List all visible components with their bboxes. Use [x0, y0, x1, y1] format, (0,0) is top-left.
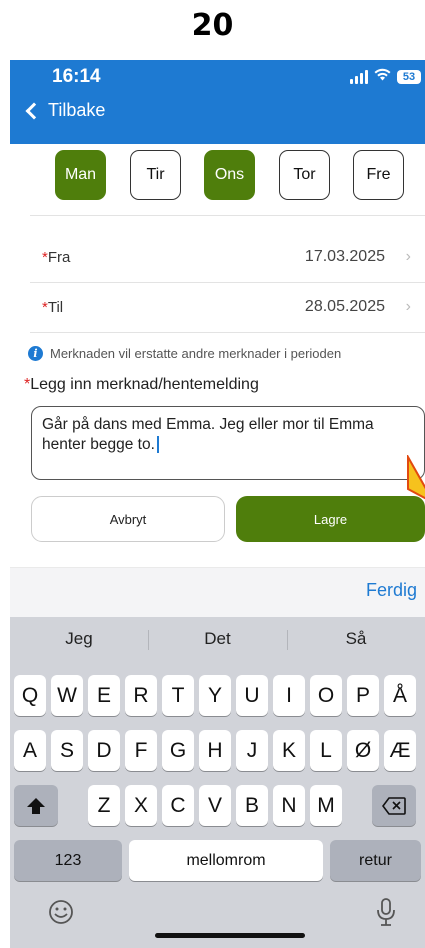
key-r[interactable]: R: [125, 675, 157, 716]
app-header: 16:14 53 Tilbake: [10, 60, 425, 144]
shift-icon: [27, 797, 45, 814]
status-icons: 53: [350, 68, 421, 86]
day-button-fre[interactable]: Fre: [353, 150, 404, 200]
info-message: i Merknaden vil erstatte andre merknader…: [28, 346, 341, 361]
key-q[interactable]: Q: [14, 675, 46, 716]
key-u[interactable]: U: [236, 675, 268, 716]
chevron-left-icon: [25, 102, 43, 120]
text-caret: [156, 436, 159, 454]
from-date-row[interactable]: *Fra 17.03.2025 ›: [30, 232, 425, 282]
backspace-key[interactable]: [372, 785, 416, 826]
note-label: *Legg inn merknad/hentemelding: [24, 376, 259, 393]
divider: [30, 332, 425, 333]
key-n[interactable]: N: [273, 785, 305, 826]
suggestion-item[interactable]: Så: [287, 617, 425, 661]
key-p[interactable]: P: [347, 675, 379, 716]
key-m[interactable]: M: [310, 785, 342, 826]
key-j[interactable]: J: [236, 730, 268, 771]
status-time: 16:14: [52, 66, 101, 87]
dictation-button[interactable]: [376, 897, 396, 932]
page-number: 20: [191, 8, 234, 43]
to-date-value: 28.05.2025: [304, 298, 385, 315]
suggestion-item[interactable]: Det: [148, 617, 287, 661]
emoji-button[interactable]: [48, 899, 74, 930]
key-k[interactable]: K: [273, 730, 305, 771]
shift-key[interactable]: [14, 785, 58, 826]
info-icon: i: [28, 346, 43, 361]
note-textarea[interactable]: Går på dans med Emma. Jeg eller mor til …: [31, 406, 425, 480]
numbers-key[interactable]: 123: [14, 840, 122, 881]
key-s[interactable]: S: [51, 730, 83, 771]
keyboard: Jeg Det Så Q W E R T Y U I O P Å A S D F…: [10, 617, 425, 948]
key-e[interactable]: E: [88, 675, 120, 716]
note-text: Går på dans med Emma. Jeg eller mor til …: [42, 416, 374, 454]
screenshot-page: 20 16:14 53 Tilbake Man Tir Ons Tor Fre: [0, 0, 425, 948]
cancel-button[interactable]: Avbryt: [31, 496, 225, 542]
key-f[interactable]: F: [125, 730, 157, 771]
key-aa[interactable]: Å: [384, 675, 416, 716]
divider: [30, 215, 425, 216]
space-key[interactable]: mellomrom: [129, 840, 323, 881]
backspace-icon: [382, 796, 406, 815]
key-x[interactable]: X: [125, 785, 157, 826]
key-oe[interactable]: Ø: [347, 730, 379, 771]
key-y[interactable]: Y: [199, 675, 231, 716]
suggestion-item[interactable]: Jeg: [10, 617, 148, 661]
return-key[interactable]: retur: [330, 840, 421, 881]
emoji-icon: [49, 900, 73, 924]
chevron-right-icon: ›: [405, 298, 411, 315]
suggestion-bar: Jeg Det Så: [10, 617, 425, 661]
keyboard-toolbar: Ferdig: [10, 567, 425, 617]
key-t[interactable]: T: [162, 675, 194, 716]
key-c[interactable]: C: [162, 785, 194, 826]
battery-icon: 53: [397, 70, 421, 84]
key-w[interactable]: W: [51, 675, 83, 716]
to-date-row[interactable]: *Til 28.05.2025 ›: [30, 282, 425, 332]
from-date-value: 17.03.2025: [304, 248, 385, 265]
day-button-tir[interactable]: Tir: [130, 150, 181, 200]
key-o[interactable]: O: [310, 675, 342, 716]
info-text: Merknaden vil erstatte andre merknader i…: [50, 346, 342, 361]
key-l[interactable]: L: [310, 730, 342, 771]
key-b[interactable]: B: [236, 785, 268, 826]
done-button[interactable]: Ferdig: [366, 580, 417, 601]
weekday-selector: Man Tir Ons Tor Fre: [10, 150, 425, 214]
key-h[interactable]: H: [199, 730, 231, 771]
key-v[interactable]: V: [199, 785, 231, 826]
key-ae[interactable]: Æ: [384, 730, 416, 771]
to-label: *Til: [42, 298, 64, 316]
phone-screen: 16:14 53 Tilbake Man Tir Ons Tor Fre *Fr…: [10, 60, 425, 948]
key-d[interactable]: D: [88, 730, 120, 771]
key-a[interactable]: A: [14, 730, 46, 771]
key-i[interactable]: I: [273, 675, 305, 716]
key-g[interactable]: G: [162, 730, 194, 771]
signal-icon: [350, 70, 368, 84]
save-button[interactable]: Lagre: [236, 496, 425, 542]
day-button-tor[interactable]: Tor: [279, 150, 330, 200]
chevron-right-icon: ›: [405, 248, 411, 265]
back-button[interactable]: Tilbake: [25, 100, 106, 121]
home-indicator: [155, 933, 305, 938]
day-button-man[interactable]: Man: [55, 150, 106, 200]
back-label: Tilbake: [48, 100, 106, 120]
from-label: *Fra: [42, 248, 71, 266]
microphone-icon: [377, 898, 395, 926]
wifi-icon: [374, 68, 391, 86]
key-z[interactable]: Z: [88, 785, 120, 826]
day-button-ons[interactable]: Ons: [204, 150, 255, 200]
